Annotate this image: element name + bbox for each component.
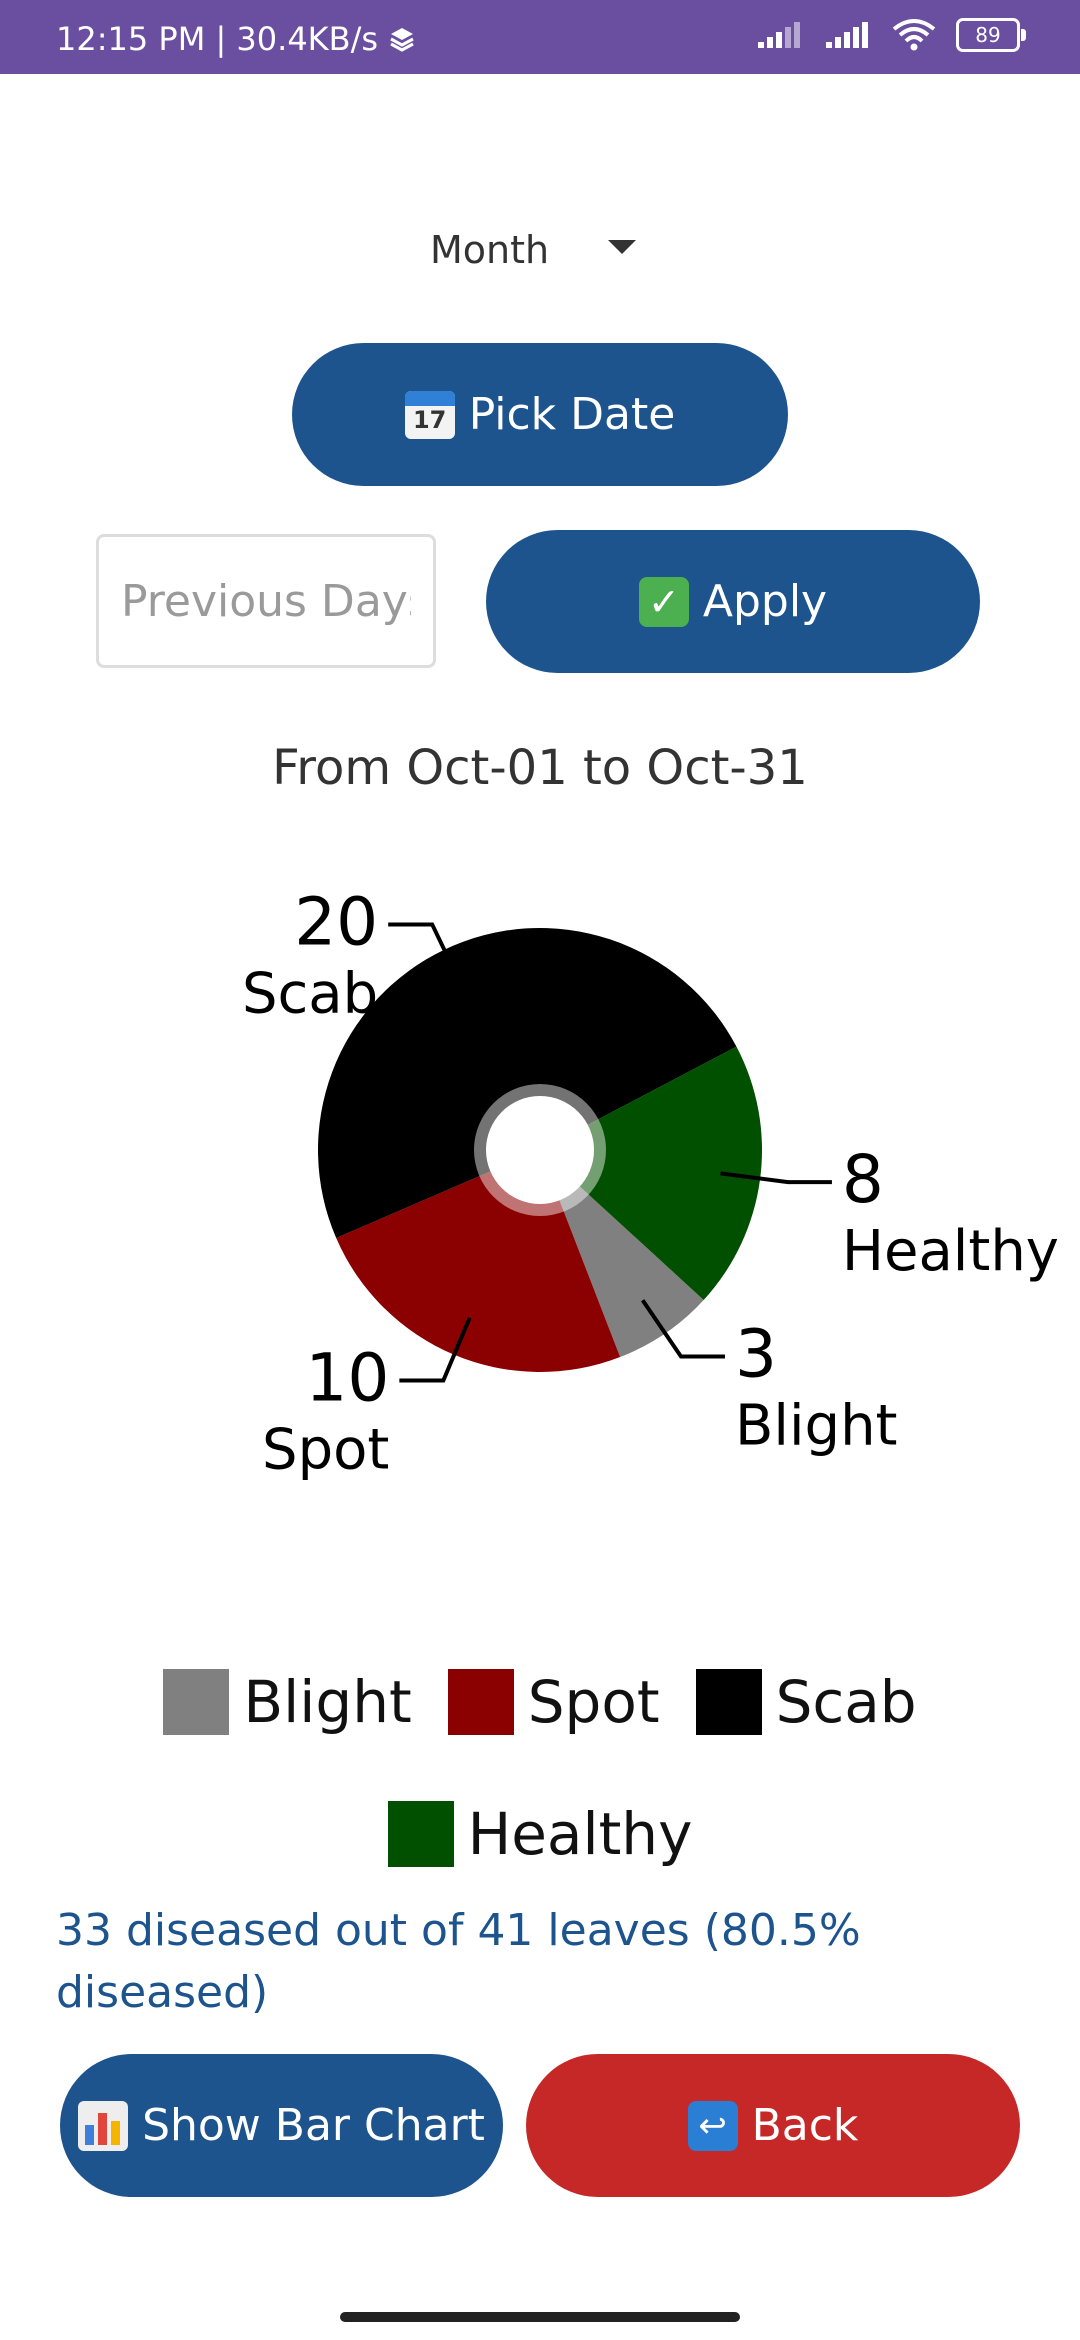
- back-button[interactable]: ↩ Back: [526, 2054, 1020, 2197]
- legend-swatch-blight: [163, 1669, 230, 1735]
- pie-value-blight: 3: [735, 1315, 777, 1392]
- layers-icon: [390, 28, 414, 52]
- pie-value-spot: 10: [305, 1340, 389, 1417]
- legend-item-blight: Blight: [163, 1668, 412, 1736]
- period-dropdown[interactable]: Month: [430, 220, 650, 280]
- show-bar-chart-label: Show Bar Chart: [142, 2100, 485, 2151]
- legend-label-scab: Scab: [775, 1668, 917, 1736]
- chart-legend-row-2: Healthy: [0, 1800, 1080, 1868]
- legend-swatch-spot: [447, 1669, 514, 1735]
- chevron-down-icon: [608, 240, 636, 254]
- pick-date-label: Pick Date: [468, 389, 676, 440]
- show-bar-chart-button[interactable]: Show Bar Chart: [60, 2054, 503, 2197]
- home-indicator: [340, 2312, 740, 2322]
- pie-value-scab: 20: [294, 883, 378, 960]
- legend-label-blight: Blight: [243, 1668, 412, 1736]
- calendar-icon: 17: [404, 390, 455, 439]
- pie-chart: 3 Blight 10 Spot 20 Scab 8 Healthy: [0, 840, 1080, 1482]
- legend-swatch-healthy: [387, 1801, 454, 1867]
- previous-days-input[interactable]: [96, 534, 436, 668]
- wifi-icon: [892, 19, 936, 51]
- pie-hole: [486, 1096, 594, 1204]
- legend-label-healthy: Healthy: [467, 1800, 693, 1868]
- pick-date-button[interactable]: 17 Pick Date: [292, 343, 788, 486]
- pie-value-healthy: 8: [842, 1141, 884, 1218]
- pie-label-healthy: Healthy: [842, 1219, 1059, 1284]
- legend-swatch-scab: [695, 1669, 762, 1735]
- period-dropdown-value: Month: [430, 228, 550, 272]
- return-arrow-icon: ↩: [687, 2100, 738, 2151]
- apply-label: Apply: [702, 576, 828, 627]
- date-range-label: From Oct-01 to Oct-31: [272, 740, 808, 796]
- legend-item-healthy: Healthy: [387, 1800, 693, 1868]
- legend-item-scab: Scab: [695, 1668, 917, 1736]
- legend-label-spot: Spot: [527, 1668, 660, 1736]
- signal-icon: [758, 22, 800, 48]
- check-icon: ✓: [638, 576, 689, 627]
- legend-item-spot: Spot: [447, 1668, 660, 1736]
- status-bar: 12:15 PM | 30.4KB/s 89: [0, 0, 1080, 74]
- status-time-speed: 12:15 PM | 30.4KB/s: [56, 20, 379, 58]
- battery-icon: 89: [956, 18, 1026, 52]
- bar-chart-icon: [78, 2100, 129, 2151]
- status-left: 12:15 PM | 30.4KB/s: [56, 20, 416, 58]
- back-label: Back: [751, 2100, 859, 2151]
- chart-legend: Blight Spot Scab: [0, 1668, 1080, 1736]
- pie-label-scab: Scab: [242, 961, 378, 1026]
- signal-icon-2: [826, 22, 868, 48]
- pie-label-blight: Blight: [735, 1393, 898, 1458]
- status-right: 89: [756, 18, 1026, 52]
- pie-label-spot: Spot: [262, 1418, 389, 1480]
- diseased-summary: 33 diseased out of 41 leaves (80.5% dise…: [56, 1905, 861, 2018]
- pie-chart-svg: 3Blight 10Spot 20Scab 8Healthy: [242, 883, 1059, 1482]
- apply-button[interactable]: ✓ Apply: [486, 530, 980, 673]
